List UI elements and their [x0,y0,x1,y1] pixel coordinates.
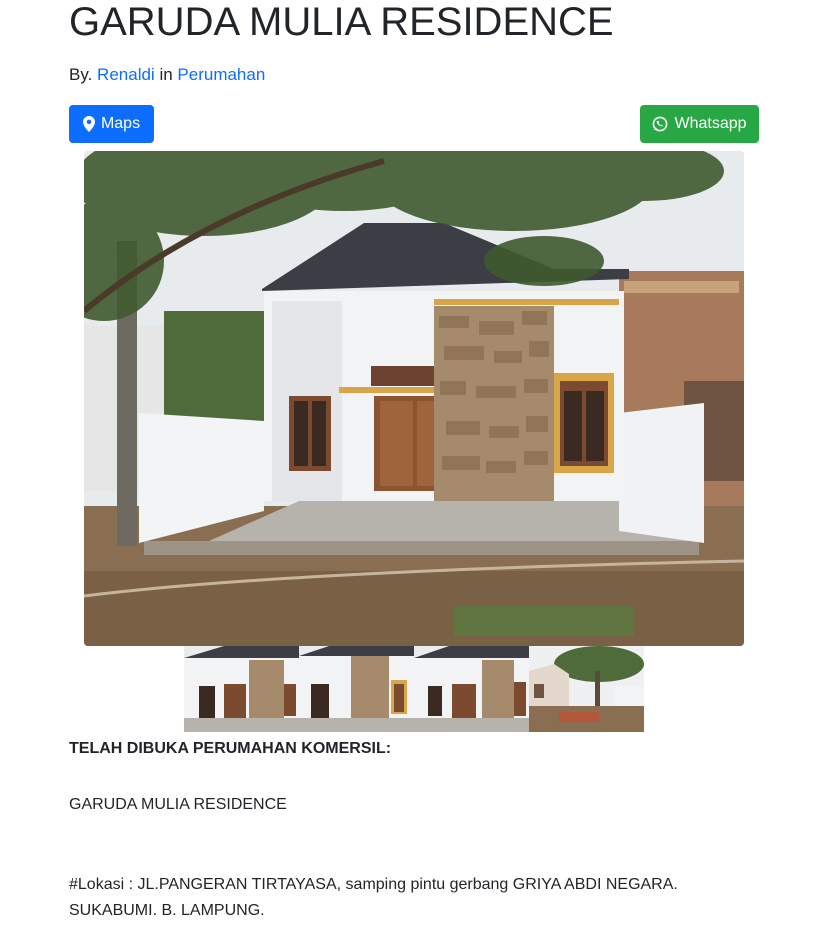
category-link[interactable]: Perumahan [177,65,265,84]
gallery-thumbnail[interactable] [414,646,529,732]
post-byline: By. Renaldi in Perumahan [69,63,265,87]
author-link[interactable]: Renaldi [97,65,155,84]
gallery-thumbnails [184,646,644,732]
maps-label: Maps [100,115,141,132]
main-house-photo[interactable] [84,151,744,646]
whatsapp-icon [652,116,668,132]
whatsapp-label: Whatsapp [674,115,747,132]
maps-button[interactable]: Maps [69,105,154,143]
in-label: in [159,65,173,84]
page-title: GARUDA MULIA RESIDENCE [69,0,614,44]
description-name: GARUDA MULIA RESIDENCE [69,796,287,813]
gallery-thumbnail[interactable] [184,646,299,732]
map-marker-icon [82,116,95,132]
description-location: #Lokasi : JL.PANGERAN TIRTAYASA, samping… [69,876,678,919]
gallery-thumbnail[interactable] [299,646,414,732]
whatsapp-button[interactable]: Whatsapp [640,105,759,143]
gallery-thumbnail[interactable] [529,646,644,732]
description-heading: TELAH DIBUKA PERUMAHAN KOMERSIL: [69,740,392,757]
by-label: By. [69,65,93,84]
